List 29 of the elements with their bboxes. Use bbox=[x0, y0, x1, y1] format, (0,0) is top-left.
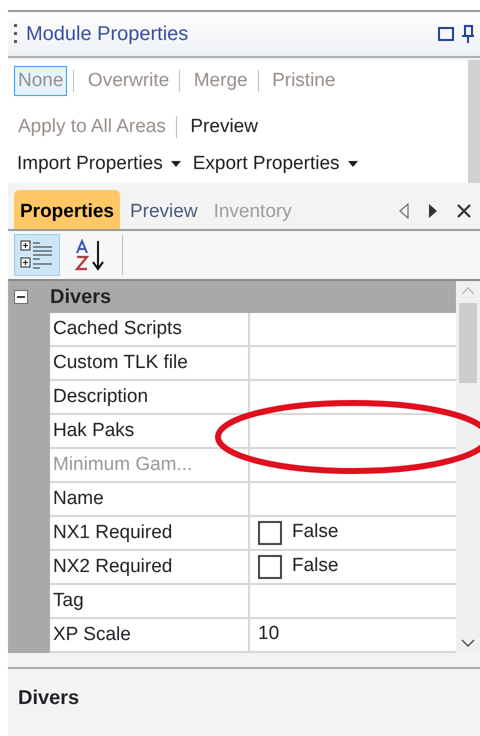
property-value[interactable]: False bbox=[292, 552, 338, 581]
categorized-icon bbox=[20, 238, 54, 270]
description-title: Divers bbox=[18, 686, 80, 708]
menu-button[interactable]: Export Properties bbox=[192, 150, 340, 178]
caret-icon[interactable] bbox=[170, 161, 181, 168]
menu-button[interactable]: Import Properties bbox=[17, 150, 163, 178]
toolbar-button[interactable]: Preview bbox=[186, 112, 262, 142]
panel-title: Module Properties bbox=[26, 22, 190, 47]
pin-icon[interactable] bbox=[462, 25, 474, 43]
checkbox[interactable] bbox=[258, 554, 282, 578]
caret-icon[interactable] bbox=[348, 161, 358, 168]
collapse-icon[interactable] bbox=[14, 290, 28, 304]
tab[interactable]: Properties bbox=[14, 190, 120, 228]
property-value[interactable]: False bbox=[292, 518, 338, 547]
grip-icon[interactable] bbox=[14, 23, 18, 45]
tab[interactable]: Preview bbox=[124, 196, 204, 228]
close-icon[interactable] bbox=[456, 204, 470, 218]
property-value[interactable]: 10 bbox=[258, 620, 280, 649]
maximize-icon[interactable] bbox=[438, 26, 454, 42]
checkbox[interactable] bbox=[258, 520, 282, 544]
scrollbar-thumb[interactable] bbox=[459, 302, 477, 382]
categorized-button[interactable] bbox=[14, 234, 60, 276]
left-arrow-icon[interactable] bbox=[398, 203, 408, 219]
property-name[interactable]: NX2 Required bbox=[50, 550, 250, 582]
category-label: Divers bbox=[50, 284, 112, 310]
property-name[interactable]: NX1 Required bbox=[50, 516, 250, 548]
right-arrow-icon[interactable] bbox=[428, 203, 438, 219]
scroll-down-icon[interactable] bbox=[461, 638, 475, 646]
property-name[interactable]: XP Scale bbox=[50, 618, 250, 650]
